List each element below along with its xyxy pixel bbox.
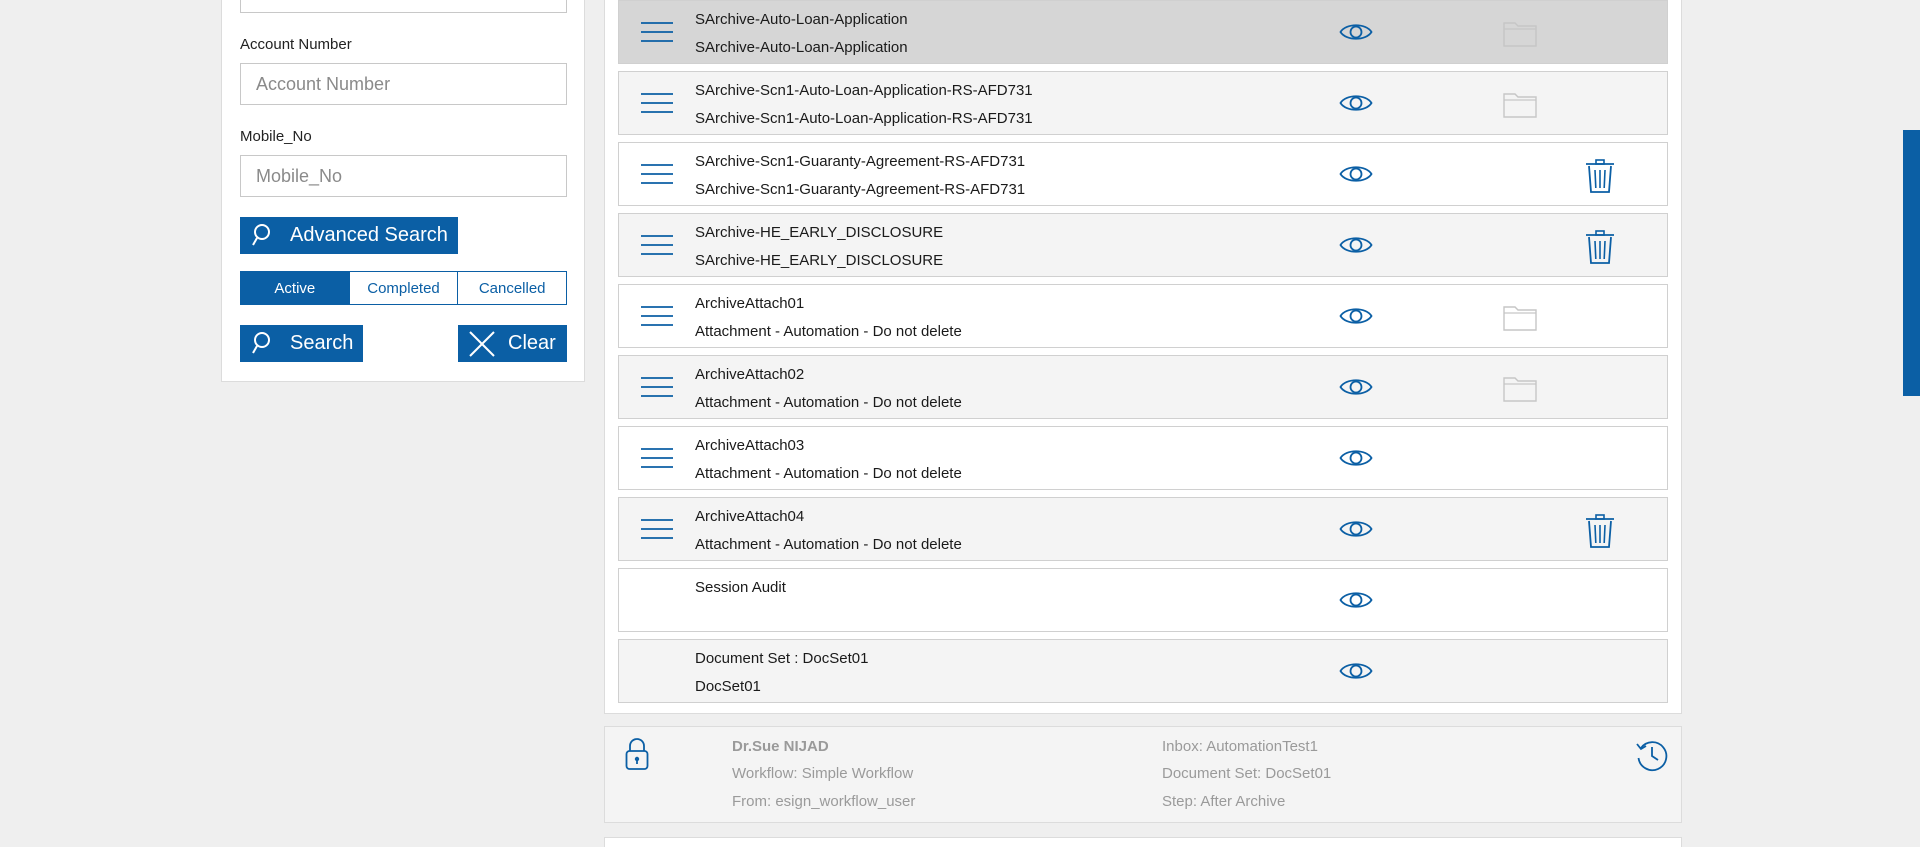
eye-icon[interactable] bbox=[1339, 20, 1373, 44]
document-subtitle: Attachment - Automation - Do not delete bbox=[695, 536, 962, 553]
hamburger-icon[interactable] bbox=[641, 305, 673, 327]
document-title: SArchive-HE_EARLY_DISCLOSURE bbox=[695, 224, 944, 241]
folder-icon bbox=[1503, 377, 1537, 402]
document-title: SArchive-Auto-Loan-Application bbox=[695, 11, 908, 28]
status-option-completed[interactable]: Completed bbox=[348, 272, 458, 304]
document-subtitle: Attachment - Automation - Do not delete bbox=[695, 465, 962, 482]
search-label: Search bbox=[290, 332, 354, 354]
document-subtitle: DocSet01 bbox=[695, 678, 761, 695]
document-title: SArchive-Scn1-Guaranty-Agreement-RS-AFD7… bbox=[695, 153, 1026, 170]
advanced-search-button[interactable]: Advanced Search bbox=[240, 217, 458, 254]
hamburger-icon[interactable] bbox=[641, 234, 673, 256]
trash-icon[interactable] bbox=[1585, 514, 1615, 548]
hamburger-icon[interactable] bbox=[641, 447, 673, 469]
previous-field-input[interactable] bbox=[240, 0, 567, 13]
hamburger-icon[interactable] bbox=[641, 163, 673, 185]
document-row[interactable]: SArchive-HE_EARLY_DISCLOSURE SArchive-HE_… bbox=[618, 213, 1668, 277]
close-icon bbox=[469, 330, 495, 357]
account-number-input[interactable] bbox=[240, 63, 567, 105]
document-row[interactable]: ArchiveAttach04 Attachment - Automation -… bbox=[618, 497, 1668, 561]
trash-icon[interactable] bbox=[1585, 230, 1615, 264]
document-title: ArchiveAttach03 bbox=[695, 437, 805, 454]
eye-icon[interactable] bbox=[1339, 588, 1373, 612]
document-title: ArchiveAttach02 bbox=[695, 366, 805, 383]
next-workflow-card[interactable] bbox=[604, 837, 1682, 847]
document-subtitle: SArchive-Auto-Loan-Application bbox=[695, 39, 908, 56]
lock-icon bbox=[625, 738, 649, 770]
eye-icon[interactable] bbox=[1339, 233, 1373, 257]
trash-icon[interactable] bbox=[1585, 159, 1615, 193]
document-list: SArchive-Auto-Loan-Application SArchive-A… bbox=[604, 0, 1682, 714]
eye-icon[interactable] bbox=[1339, 517, 1373, 541]
document-subtitle: Attachment - Automation - Do not delete bbox=[695, 394, 962, 411]
document-row[interactable]: Session Audit bbox=[618, 568, 1668, 632]
mobile-no-input[interactable] bbox=[240, 155, 567, 197]
clear-label: Clear bbox=[508, 332, 556, 354]
document-row[interactable]: ArchiveAttach03 Attachment - Automation -… bbox=[618, 426, 1668, 490]
workflow-step: Step: After Archive bbox=[1162, 793, 1286, 810]
eye-icon[interactable] bbox=[1339, 659, 1373, 683]
folder-icon bbox=[1503, 22, 1537, 47]
scrollbar-thumb[interactable] bbox=[1903, 130, 1920, 396]
account-number-label: Account Number bbox=[240, 36, 352, 53]
status-option-active[interactable]: Active bbox=[241, 272, 349, 304]
workflow-from: From: esign_workflow_user bbox=[732, 793, 916, 810]
workflow-inbox: Inbox: AutomationTest1 bbox=[1162, 738, 1318, 755]
workflow-document-set: Document Set: DocSet01 bbox=[1162, 765, 1332, 782]
document-row[interactable]: SArchive-Scn1-Guaranty-Agreement-RS-AFD7… bbox=[618, 142, 1668, 206]
status-option-cancelled[interactable]: Cancelled bbox=[457, 272, 566, 304]
document-row[interactable]: ArchiveAttach01 Attachment - Automation -… bbox=[618, 284, 1668, 348]
eye-icon[interactable] bbox=[1339, 375, 1373, 399]
advanced-search-label: Advanced Search bbox=[290, 224, 448, 246]
magnifier-icon bbox=[252, 223, 270, 245]
workflow-user: Dr.Sue NIJAD bbox=[732, 738, 829, 755]
document-row[interactable]: Document Set : DocSet01 DocSet01 bbox=[618, 639, 1668, 703]
hamburger-icon[interactable] bbox=[641, 21, 673, 43]
search-button[interactable]: Search bbox=[240, 325, 363, 362]
status-filter: Active Completed Cancelled bbox=[240, 271, 567, 305]
workflow-info-card[interactable]: Dr.Sue NIJAD Workflow: Simple Workflow F… bbox=[604, 726, 1682, 823]
folder-icon bbox=[1503, 93, 1537, 118]
folder-icon bbox=[1503, 306, 1537, 331]
hamburger-icon[interactable] bbox=[641, 376, 673, 398]
document-title: Session Audit bbox=[695, 579, 786, 596]
hamburger-icon[interactable] bbox=[641, 518, 673, 540]
hamburger-icon[interactable] bbox=[641, 92, 673, 114]
history-icon[interactable] bbox=[1635, 739, 1669, 773]
mobile-no-label: Mobile_No bbox=[240, 128, 312, 145]
document-row[interactable]: SArchive-Auto-Loan-Application SArchive-A… bbox=[618, 0, 1668, 64]
magnifier-icon bbox=[252, 331, 270, 353]
clear-button[interactable]: Clear bbox=[458, 325, 567, 362]
document-title: SArchive-Scn1-Auto-Loan-Application-RS-A… bbox=[695, 82, 1033, 99]
eye-icon[interactable] bbox=[1339, 304, 1373, 328]
eye-icon[interactable] bbox=[1339, 446, 1373, 470]
document-row[interactable]: ArchiveAttach02 Attachment - Automation -… bbox=[618, 355, 1668, 419]
document-subtitle: Attachment - Automation - Do not delete bbox=[695, 323, 962, 340]
document-row[interactable]: SArchive-Scn1-Auto-Loan-Application-RS-A… bbox=[618, 71, 1668, 135]
eye-icon[interactable] bbox=[1339, 91, 1373, 115]
document-title: ArchiveAttach01 bbox=[695, 295, 805, 312]
document-subtitle: SArchive-Scn1-Guaranty-Agreement-RS-AFD7… bbox=[695, 181, 1026, 198]
document-subtitle: SArchive-Scn1-Auto-Loan-Application-RS-A… bbox=[695, 110, 1033, 127]
document-title: ArchiveAttach04 bbox=[695, 508, 805, 525]
document-subtitle: SArchive-HE_EARLY_DISCLOSURE bbox=[695, 252, 944, 269]
document-title: Document Set : DocSet01 bbox=[695, 650, 869, 667]
workflow-name: Workflow: Simple Workflow bbox=[732, 765, 914, 782]
search-panel: Account Number Mobile_No Advanced Search… bbox=[221, 0, 585, 382]
eye-icon[interactable] bbox=[1339, 162, 1373, 186]
